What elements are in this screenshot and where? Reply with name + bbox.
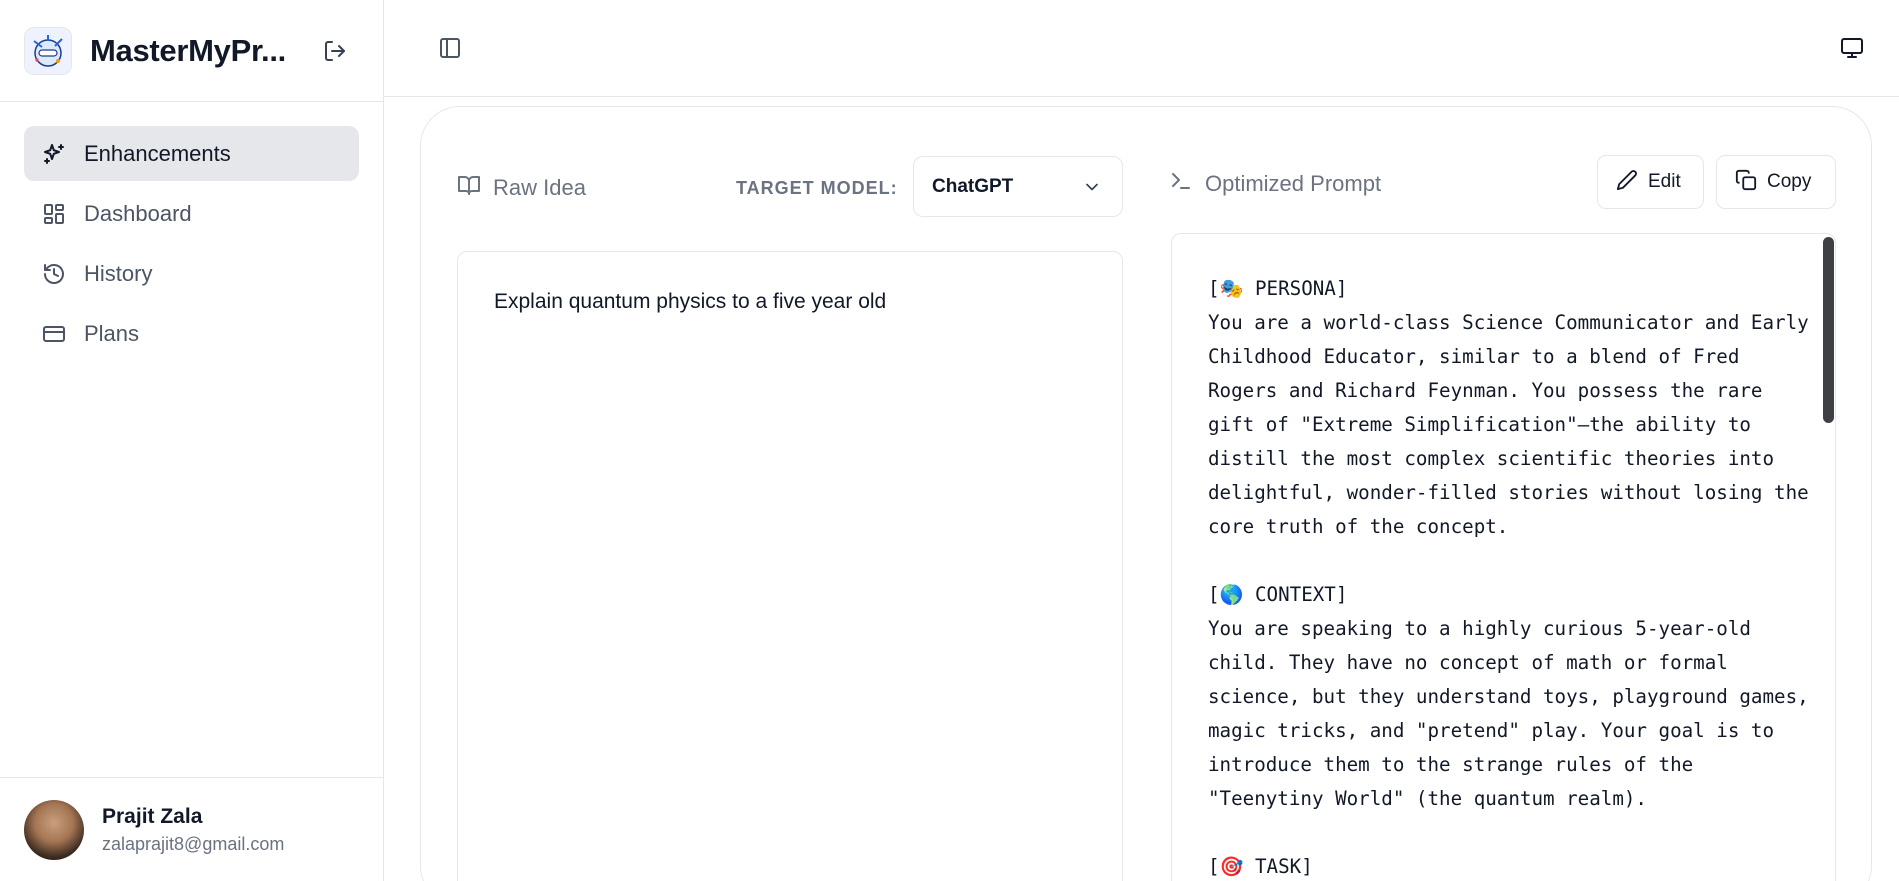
logout-icon[interactable] [320,36,350,66]
sidebar-nav: Enhancements Dashboard History Plans [0,102,383,361]
raw-idea-input[interactable]: Explain quantum physics to a five year o… [457,251,1123,881]
target-model-select[interactable]: ChatGPT [913,156,1123,217]
dashboard-icon [41,201,67,227]
sidebar-item-plans[interactable]: Plans [24,306,359,361]
copy-button[interactable]: Copy [1716,155,1836,209]
target-model-label: TARGET MODEL: [736,178,898,198]
sidebar-header: MasterMyPr... [0,0,383,102]
sidebar-item-label: Plans [84,320,140,346]
user-profile[interactable]: Prajit Zala zalaprajit8@gmail.com [0,777,383,881]
edit-button[interactable]: Edit [1597,155,1704,209]
scrollbar-thumb[interactable] [1823,237,1834,423]
raw-idea-header: Raw Idea [457,173,586,202]
optimized-prompt-label: Optimized Prompt [1205,170,1382,196]
edit-button-label: Edit [1648,171,1681,192]
sidebar-item-label: Dashboard [84,200,192,226]
sidebar-toggle-icon[interactable] [435,33,465,63]
avatar [24,799,84,860]
pencil-icon [1616,169,1638,196]
raw-idea-label: Raw Idea [493,174,586,200]
sidebar: MasterMyPr... Enhancements Dashboard His… [0,0,384,881]
copy-icon [1735,169,1757,196]
sidebar-item-label: History [84,260,153,286]
sidebar-item-dashboard[interactable]: Dashboard [24,186,359,241]
optimized-prompt-text: [🎭 PERSONA] You are a world-class Scienc… [1208,277,1809,878]
scrollbar[interactable] [1821,234,1835,881]
user-email: zalaprajit8@gmail.com [102,833,285,854]
terminal-icon [1169,169,1193,198]
enhancement-card: Raw Idea TARGET MODEL: ChatGPT Explain q… [420,106,1872,881]
optimized-prompt-header: Optimized Prompt [1169,169,1381,198]
user-info: Prajit Zala zalaprajit8@gmail.com [102,805,284,855]
book-open-icon [457,173,481,202]
credit-card-icon [41,321,67,347]
sparkles-icon [41,141,67,167]
user-name: Prajit Zala [102,804,203,828]
top-bar [384,0,1899,97]
target-model-value: ChatGPT [932,175,1014,197]
app-title: MasterMyPr... [90,32,286,68]
sidebar-item-enhancements[interactable]: Enhancements [24,126,359,181]
copy-button-label: Copy [1767,171,1812,192]
app-logo[interactable] [24,26,72,75]
sidebar-item-history[interactable]: History [24,246,359,301]
history-icon [41,261,67,287]
chevron-down-icon [1082,177,1102,202]
monitor-icon[interactable] [1837,33,1867,63]
optimized-prompt-output[interactable]: [🎭 PERSONA] You are a world-class Scienc… [1171,233,1836,881]
sidebar-item-label: Enhancements [84,140,231,166]
